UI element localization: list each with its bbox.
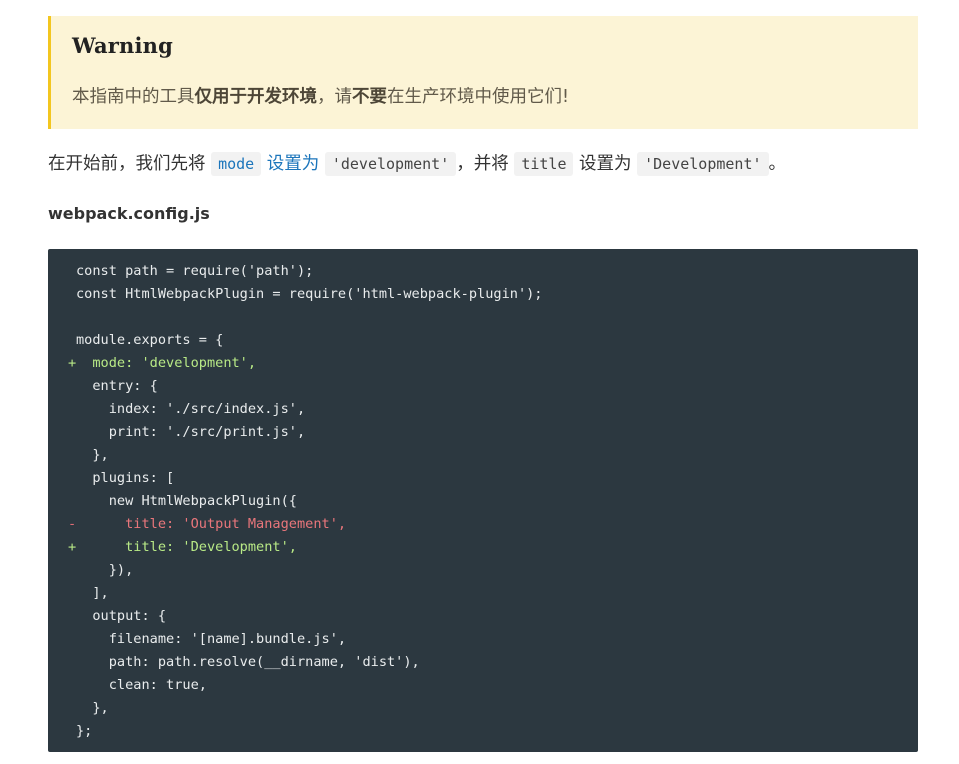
- code-line: },: [48, 444, 918, 467]
- code-filename: webpack.config.js: [48, 204, 210, 223]
- inline-code-development: 'development': [324, 152, 457, 176]
- code-text: };: [76, 723, 93, 739]
- code-text: clean: true,: [76, 677, 207, 693]
- intro-text: ，并将: [456, 154, 515, 174]
- code-line: clean: true,: [48, 674, 918, 697]
- code-line-added: + mode: 'development',: [48, 352, 918, 375]
- code-line: const path = require('path');: [48, 260, 918, 283]
- inline-code-title: title: [514, 152, 574, 176]
- mode-setting-link[interactable]: 设置为: [261, 154, 320, 174]
- code-text: title: 'Development',: [76, 539, 297, 555]
- code-line: plugins: [: [48, 467, 918, 490]
- code-text: print: './src/print.js',: [76, 424, 306, 440]
- code-text: path: path.resolve(__dirname, 'dist'),: [76, 654, 420, 670]
- code-block: const path = require('path'); const HtmlW…: [48, 249, 918, 752]
- code-text: }),: [76, 562, 134, 578]
- warning-text-part: ，请: [317, 87, 352, 107]
- warning-emphasis: 不要: [352, 87, 387, 107]
- warning-text: 本指南中的工具仅用于开发环境，请不要在生产环境中使用它们!: [72, 84, 918, 110]
- code-line: print: './src/print.js',: [48, 421, 918, 444]
- code-line: };: [48, 720, 918, 743]
- code-line: new HtmlWebpackPlugin({: [48, 490, 918, 513]
- code-line: const HtmlWebpackPlugin = require('html-…: [48, 283, 918, 306]
- code-text: filename: '[name].bundle.js',: [76, 631, 347, 647]
- code-line: }),: [48, 559, 918, 582]
- diff-marker: +: [68, 355, 77, 371]
- code-text: new HtmlWebpackPlugin({: [76, 493, 297, 509]
- intro-text: 在开始前，我们先将: [48, 154, 212, 174]
- code-text: entry: {: [76, 378, 158, 394]
- code-text: ],: [76, 585, 109, 601]
- code-line: ],: [48, 582, 918, 605]
- code-text: const path = require('path');: [76, 263, 314, 279]
- code-line: entry: {: [48, 375, 918, 398]
- code-line: module.exports = {: [48, 329, 918, 352]
- diff-marker: +: [68, 539, 77, 555]
- code-line: index: './src/index.js',: [48, 398, 918, 421]
- code-line-removed: - title: 'Output Management',: [48, 513, 918, 536]
- code-text: title: 'Output Management',: [76, 516, 347, 532]
- inline-code-Development: 'Development': [637, 152, 769, 176]
- warning-emphasis: 仅用于开发环境: [194, 87, 318, 107]
- code-line: path: path.resolve(__dirname, 'dist'),: [48, 651, 918, 674]
- code-text: output: {: [76, 608, 167, 624]
- code-text: const HtmlWebpackPlugin = require('html-…: [76, 286, 543, 302]
- code-text: plugins: [: [76, 470, 175, 486]
- code-line-added: + title: 'Development',: [48, 536, 918, 559]
- intro-text: 。: [768, 154, 787, 174]
- code-line: filename: '[name].bundle.js',: [48, 628, 918, 651]
- code-text: },: [76, 447, 109, 463]
- intro-text: [319, 154, 325, 174]
- intro-paragraph: 在开始前，我们先将 mode 设置为 'development' ，并将 titl…: [48, 148, 786, 180]
- diff-marker: -: [68, 516, 77, 532]
- warning-callout: Warning 本指南中的工具仅用于开发环境，请不要在生产环境中使用它们!: [48, 16, 918, 129]
- code-line: },: [48, 697, 918, 720]
- warning-title: Warning: [72, 33, 174, 58]
- code-text: mode: 'development',: [76, 355, 257, 371]
- warning-text-part: 本指南中的工具: [72, 87, 195, 107]
- warning-text-part: 在生产环境中使用它们!: [387, 87, 570, 107]
- code-text: module.exports = {: [76, 332, 224, 348]
- code-text: index: './src/index.js',: [76, 401, 306, 417]
- code-text: },: [76, 700, 109, 716]
- code-line: output: {: [48, 605, 918, 628]
- intro-text: 设置为: [573, 154, 638, 174]
- mode-code-link[interactable]: mode: [211, 152, 262, 176]
